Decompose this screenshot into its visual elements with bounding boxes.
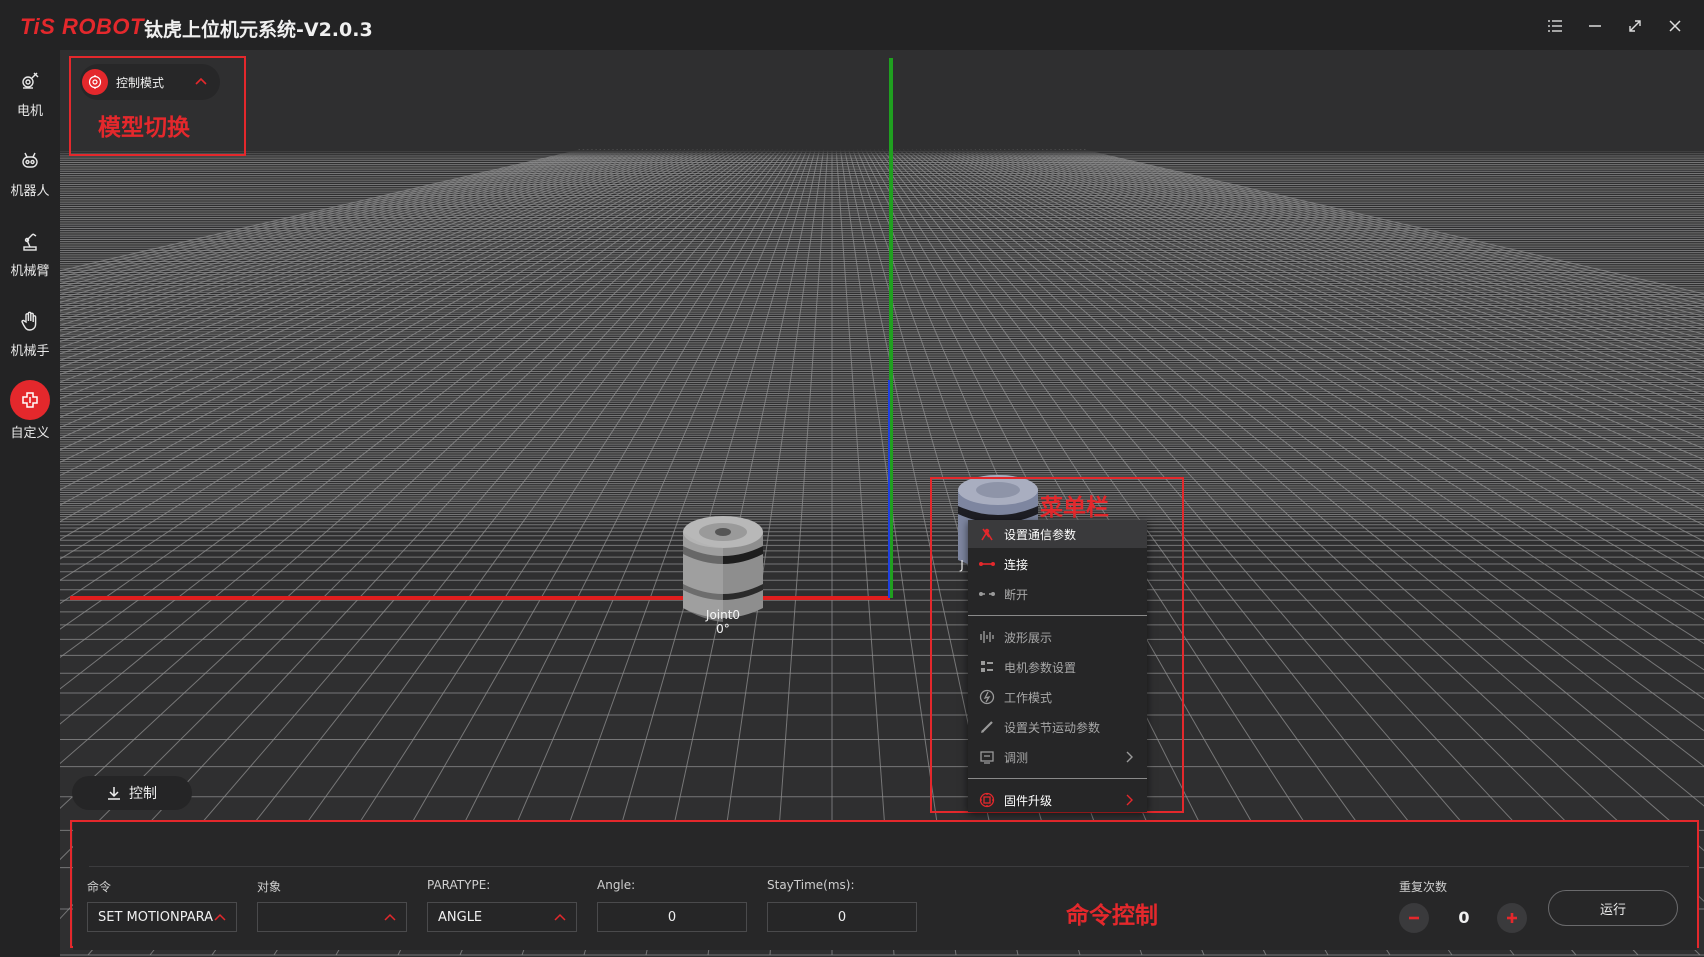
menu-item-connect[interactable]: 连接 [968,550,1147,578]
command-select[interactable]: SET MOTIONPARA [87,902,237,932]
annotation-model-switch: 模型切换 [98,115,190,141]
plus-icon [1507,913,1517,923]
paratype-value: ANGLE [438,909,483,925]
menu-item-label: 固件升级 [1004,793,1053,808]
control-toggle-label: 控制 [129,786,157,802]
sidebar-item-label: 机器人 [10,184,50,199]
chevron-up-icon [384,913,396,921]
menu-item-waveform[interactable]: 波形展示 [968,623,1147,651]
chevron-right-icon [1126,794,1133,806]
chip-icon [978,791,996,809]
decrement-button[interactable] [1399,903,1429,933]
disconnect-icon [978,585,996,603]
sidebar: 电机 机器人 机械臂 机械手 自定义 [0,50,60,957]
staytime-value: 0 [837,909,847,925]
robot-arm-icon [13,224,47,258]
repeat-count: 0 [1458,908,1470,927]
command-label: 命令 [87,880,112,894]
connect-icon [978,555,996,573]
list-icon[interactable] [1541,14,1569,38]
waveform-icon [978,628,996,646]
menu-item-firmware-upgrade[interactable]: 固件升级 [968,786,1147,814]
minus-icon [1409,916,1419,920]
joint0-model[interactable] [683,516,763,622]
staytime-label: StayTime(ms): [767,878,855,892]
context-menu: 设置通信参数 连接 断开 波形展示 电机参数设置 工作模式 设置关节运动参数 调… [968,520,1147,812]
menu-item-label: 调测 [1004,750,1029,765]
menu-item-label: 断开 [1004,587,1029,602]
title-bar: TiS ROBOT 钛虎上位机元系统-V2.0.3 [0,0,1704,50]
download-icon [108,787,120,800]
power-icon [978,688,996,706]
antenna-icon [978,525,996,543]
paratype-select[interactable]: ANGLE [427,902,577,932]
angle-label: Angle: [597,878,636,892]
menu-item-set-comm-params[interactable]: 设置通信参数 [968,520,1147,548]
joint0-name: Joint0 [705,608,741,622]
menu-item-label: 设置关节运动参数 [1004,720,1101,735]
run-button[interactable]: 运行 [1548,890,1678,926]
motor-icon [13,64,47,98]
close-icon[interactable] [1661,14,1689,38]
menu-item-label: 工作模式 [1004,690,1053,705]
chevron-up-icon [214,913,226,921]
sidebar-item-custom[interactable]: 自定义 [0,378,60,450]
menu-separator [968,778,1147,779]
sidebar-item-label: 自定义 [10,426,50,441]
menu-item-label: 波形展示 [1004,630,1053,645]
hand-icon [13,304,47,338]
menu-item-label: 设置通信参数 [1004,527,1077,542]
angle-input[interactable]: 0 [597,902,747,932]
menu-separator [968,615,1147,616]
staytime-input[interactable]: 0 [767,902,917,932]
annotation-command-control: 命令控制 [1066,903,1158,929]
sidebar-item-robot[interactable]: 机器人 [0,138,60,210]
sidebar-item-motor[interactable]: 电机 [0,58,60,130]
custom-icon [10,380,50,420]
target-select[interactable] [257,902,407,932]
menu-item-motor-params[interactable]: 电机参数设置 [968,653,1147,681]
menu-item-joint-motion-params[interactable]: 设置关节运动参数 [968,713,1147,741]
command-value: SET MOTIONPARA [98,909,214,925]
maximize-icon[interactable] [1621,14,1649,38]
edit-icon [978,718,996,736]
menu-item-work-mode[interactable]: 工作模式 [968,683,1147,711]
joint0-label: Joint0 0° [653,608,793,636]
menu-item-label: 连接 [1004,557,1029,572]
increment-button[interactable] [1497,903,1527,933]
menu-item-disconnect[interactable]: 断开 [968,580,1147,608]
chevron-up-icon [554,913,566,921]
control-panel-toggle[interactable]: 控制 [72,776,192,810]
chevron-right-icon [1126,751,1133,763]
panel-divider [89,866,1689,867]
parameters-icon [978,658,996,676]
sidebar-item-hand[interactable]: 机械手 [0,298,60,370]
minimize-icon[interactable] [1581,14,1609,38]
sidebar-item-label: 机械手 [10,344,50,359]
sidebar-item-label: 机械臂 [10,264,50,279]
sidebar-item-robot-arm[interactable]: 机械臂 [0,218,60,290]
run-label: 运行 [1599,902,1626,918]
robot-icon [13,144,47,178]
menu-item-label: 电机参数设置 [1004,660,1077,675]
repeat-label: 重复次数 [1399,880,1448,894]
paratype-label: PARATYPE: [427,878,491,892]
sidebar-item-label: 电机 [16,104,43,119]
app-title: 钛虎上位机元系统-V2.0.3 [144,19,373,41]
target-label: 对象 [257,880,282,894]
angle-value: 0 [667,909,677,925]
annotation-menu-bar: 菜单栏 [1040,495,1109,521]
app-logo: TiS ROBOT [20,14,144,39]
menu-item-debug[interactable]: 调测 [968,743,1147,771]
debug-icon [978,748,996,766]
joint0-angle: 0° [716,622,730,636]
